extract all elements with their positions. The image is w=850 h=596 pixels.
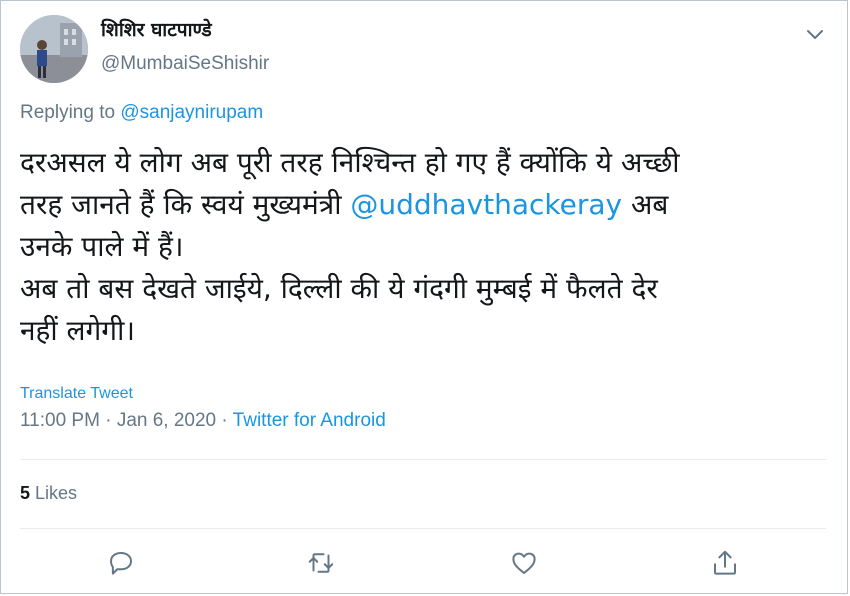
tweet-line: दरअसल ये लोग अब पूरी तरह निश्चिन्त हो गए… (20, 146, 680, 179)
replying-to-label: Replying to (20, 102, 121, 123)
tweet-line: तरह जानते हैं कि स्वयं मुख्यमंत्री @uddh… (20, 184, 820, 226)
retweet-icon[interactable] (306, 548, 336, 578)
tweet-source-link[interactable]: Twitter for Android (233, 410, 386, 431)
share-icon[interactable] (710, 548, 740, 578)
tweet-line-suffix: अब (622, 188, 669, 221)
meta-separator: · (216, 410, 233, 431)
chevron-down-icon[interactable] (803, 22, 827, 46)
avatar-photo (20, 15, 88, 83)
tweet-line: नहीं लगेगी। (20, 314, 135, 347)
divider (20, 528, 826, 529)
replying-to: Replying to @sanjaynirupam (20, 102, 263, 124)
mention-link[interactable]: @uddhavthackeray (350, 188, 622, 221)
tweet-line: उनके पाले में हैं। (20, 230, 184, 263)
avatar[interactable] (20, 15, 88, 83)
display-name[interactable]: शिशिर घाटपाण्डे (101, 16, 212, 42)
user-handle[interactable]: @MumbaiSeShishir (101, 53, 269, 75)
meta-separator: · (99, 410, 117, 431)
tweet-line-prefix: तरह जानते हैं कि स्वयं मुख्यमंत्री (20, 188, 351, 221)
translate-tweet-link[interactable]: Translate Tweet (20, 385, 133, 403)
tweet-line: अब तो बस देखते जाईये, दिल्ली की ये गंदगी… (20, 272, 658, 305)
tweet-text: दरअसल ये लोग अब पूरी तरह निश्चिन्त हो गए… (20, 142, 820, 352)
tweet-time[interactable]: 11:00 PM (20, 410, 100, 431)
tweet-date[interactable]: Jan 6, 2020 (117, 410, 216, 431)
likes-stat[interactable]: 5 Likes (20, 483, 77, 504)
reply-mention-link[interactable]: @sanjaynirupam (120, 102, 263, 123)
divider (20, 459, 826, 460)
tweet-meta: 11:00 PM · Jan 6, 2020 · Twitter for And… (20, 410, 386, 432)
likes-count: 5 (20, 483, 31, 503)
reply-icon[interactable] (106, 548, 136, 578)
likes-label: Likes (30, 483, 78, 503)
heart-icon[interactable] (509, 548, 539, 578)
